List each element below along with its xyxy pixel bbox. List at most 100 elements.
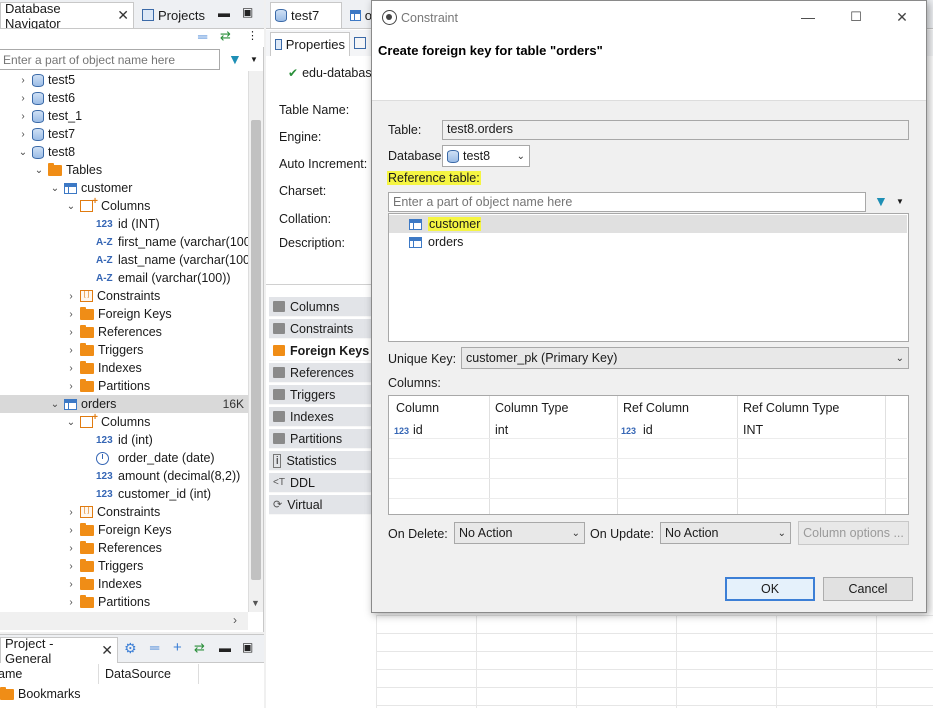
- tree-node-column[interactable]: 123 amount (decimal(8,2)): [96, 467, 240, 485]
- tab-project-general[interactable]: Project - General ✕: [0, 636, 118, 666]
- side-tab-triggers[interactable]: Triggers: [269, 385, 373, 405]
- chevron-right-icon[interactable]: ›: [66, 525, 76, 536]
- tree-node-columns[interactable]: ⌄ Columns: [66, 412, 151, 431]
- chevron-right-icon[interactable]: ›: [66, 381, 76, 392]
- connection-selector[interactable]: ✔ edu-databas: [288, 66, 372, 80]
- reference-filter-input[interactable]: [388, 192, 866, 212]
- tree-node-constraints[interactable]: › [ ] Constraints: [66, 287, 160, 305]
- chevron-right-icon[interactable]: ›: [66, 507, 76, 518]
- tree-node-db[interactable]: › test6: [18, 89, 75, 107]
- tree-node-db[interactable]: › test7: [18, 125, 75, 143]
- chevron-right-icon[interactable]: ›: [66, 291, 76, 302]
- column-header[interactable]: Ref Column: [623, 401, 689, 415]
- chevron-down-icon[interactable]: ⌄: [18, 147, 28, 158]
- chevron-right-icon[interactable]: ›: [18, 75, 28, 86]
- tree-node-db[interactable]: › test_1: [18, 107, 82, 125]
- column-header-name[interactable]: Name: [0, 667, 22, 681]
- chevron-right-icon[interactable]: ›: [66, 309, 76, 320]
- chevron-right-icon[interactable]: ›: [66, 327, 76, 338]
- tree-node-column[interactable]: order_date (date): [96, 449, 215, 467]
- project-item-bookmarks[interactable]: Bookmarks: [0, 686, 81, 701]
- collapse-icon[interactable]: ═: [150, 640, 159, 655]
- side-tab-ddl[interactable]: <T DDL: [269, 473, 373, 493]
- side-tab-foreign-keys[interactable]: Foreign Keys: [269, 341, 373, 361]
- tree-node-db[interactable]: ⌄ test8: [18, 143, 75, 161]
- chevron-down-icon[interactable]: ⌄: [34, 165, 44, 176]
- chevron-down-icon[interactable]: ⌄: [66, 201, 76, 212]
- tree-node-tables[interactable]: ⌄ Tables: [34, 161, 102, 179]
- maximize-icon[interactable]: ▣: [242, 640, 253, 654]
- database-select[interactable]: test8 ⌄: [442, 145, 530, 167]
- minimize-icon[interactable]: —: [798, 9, 818, 25]
- tree-node-partitions[interactable]: › Partitions: [66, 377, 150, 395]
- chevron-right-icon[interactable]: ›: [18, 111, 28, 122]
- scrollbar-thumb[interactable]: [251, 120, 261, 580]
- column-header[interactable]: Column Type: [495, 401, 568, 415]
- minimize-icon[interactable]: ▬: [218, 6, 230, 20]
- cell-ref-column[interactable]: id: [643, 423, 653, 437]
- on-update-select[interactable]: No Action ⌄: [660, 522, 791, 544]
- link-icon[interactable]: ⇄: [194, 640, 205, 656]
- data-tab-icon[interactable]: [354, 37, 366, 49]
- side-tab-indexes[interactable]: Indexes: [269, 407, 373, 427]
- chevron-right-icon[interactable]: ›: [66, 363, 76, 374]
- tree-node-triggers[interactable]: › Triggers: [66, 557, 143, 575]
- filter-dropdown-icon[interactable]: ▼: [250, 55, 258, 64]
- side-tab-virtual[interactable]: ⟳ Virtual: [269, 495, 373, 515]
- tree-node-partitions[interactable]: › Partitions: [66, 593, 150, 611]
- chevron-down-icon[interactable]: ⌄: [66, 417, 76, 428]
- tree-node-db[interactable]: › test5: [18, 71, 75, 89]
- cell-column[interactable]: id: [413, 423, 423, 437]
- close-icon[interactable]: ✕: [117, 7, 129, 24]
- cancel-button[interactable]: Cancel: [823, 577, 913, 601]
- column-header[interactable]: Ref Column Type: [743, 401, 839, 415]
- filter-icon[interactable]: ▼: [874, 193, 888, 209]
- table-row[interactable]: 123 id int 123 id INT: [389, 421, 908, 439]
- tree-node-column[interactable]: 123 id (int): [96, 431, 153, 449]
- tab-properties[interactable]: Properties: [270, 32, 350, 56]
- tree-node-column[interactable]: A-Z last_name (varchar(100)): [96, 251, 248, 269]
- side-tab-references[interactable]: References: [269, 363, 373, 383]
- minimize-icon[interactable]: ▬: [219, 641, 231, 655]
- collapse-all-icon[interactable]: ═: [198, 29, 207, 44]
- chevron-down-icon[interactable]: ⌄: [50, 183, 60, 194]
- filter-dropdown-icon[interactable]: ▼: [896, 197, 904, 206]
- ref-table-item-orders[interactable]: orders: [389, 233, 907, 251]
- scroll-right-icon[interactable]: ›: [233, 613, 237, 627]
- chevron-right-icon[interactable]: ›: [66, 543, 76, 554]
- chevron-right-icon[interactable]: ›: [66, 561, 76, 572]
- tree-node-column[interactable]: 123 id (INT): [96, 215, 160, 233]
- maximize-icon[interactable]: ▣: [242, 5, 253, 19]
- maximize-icon[interactable]: ☐: [846, 9, 866, 25]
- close-icon[interactable]: ✕: [892, 9, 912, 26]
- tree-node-column[interactable]: A-Z first_name (varchar(100)): [96, 233, 248, 251]
- side-tab-statistics[interactable]: i Statistics: [269, 451, 373, 471]
- on-delete-select[interactable]: No Action ⌄: [454, 522, 585, 544]
- close-icon[interactable]: ✕: [101, 642, 113, 659]
- chevron-right-icon[interactable]: ›: [66, 345, 76, 356]
- ok-button[interactable]: OK: [725, 577, 815, 601]
- chevron-right-icon[interactable]: ›: [18, 129, 28, 140]
- editor-tab-test7[interactable]: test7: [270, 2, 342, 28]
- tab-database-navigator[interactable]: Database Navigator ✕: [0, 1, 134, 31]
- tree-node-triggers[interactable]: › Triggers: [66, 341, 143, 359]
- tree-node-references[interactable]: › References: [66, 323, 162, 341]
- scroll-down-icon[interactable]: ▼: [251, 598, 260, 608]
- link-editor-icon[interactable]: ⇄: [220, 28, 231, 44]
- tree-node-indexes[interactable]: › Indexes: [66, 359, 142, 377]
- unique-key-select[interactable]: customer_pk (Primary Key) ⌄: [461, 347, 909, 369]
- add-icon[interactable]: +: [173, 639, 182, 656]
- tree-node-columns[interactable]: ⌄ Columns: [66, 196, 151, 215]
- side-tab-partitions[interactable]: Partitions: [269, 429, 373, 449]
- tree-node-foreign-keys[interactable]: › Foreign Keys: [66, 305, 172, 323]
- chevron-down-icon[interactable]: ⌄: [50, 399, 60, 410]
- tree-node-constraints[interactable]: › [ ] Constraints: [66, 503, 160, 521]
- tab-projects[interactable]: Projects: [138, 2, 230, 28]
- chevron-right-icon[interactable]: ›: [66, 597, 76, 608]
- tree-node-references[interactable]: › References: [66, 539, 162, 557]
- side-tab-columns[interactable]: Columns: [269, 297, 373, 317]
- column-header[interactable]: Column: [396, 401, 439, 415]
- column-header-datasource[interactable]: DataSource: [105, 667, 171, 681]
- tree-node-column[interactable]: 123 customer_id (int): [96, 485, 211, 503]
- tree-node-foreign-keys[interactable]: › Foreign Keys: [66, 521, 172, 539]
